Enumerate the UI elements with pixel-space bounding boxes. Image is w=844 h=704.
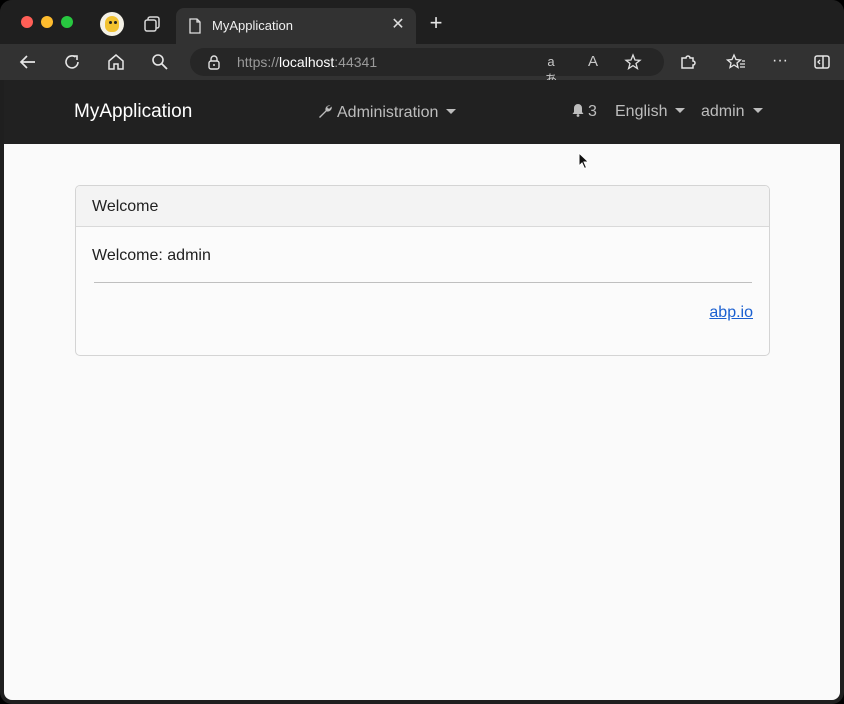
administration-menu[interactable]: Administration <box>317 103 457 122</box>
read-aloud-icon[interactable]: A <box>584 53 602 71</box>
home-icon[interactable] <box>106 52 126 72</box>
user-menu[interactable]: admin <box>701 103 763 121</box>
translate-icon[interactable]: aあ <box>542 53 560 87</box>
mouse-cursor-icon <box>578 152 590 170</box>
tab-strip: MyApplication ✕ + <box>0 0 844 44</box>
extensions-icon[interactable] <box>678 52 698 72</box>
favorite-star-icon[interactable] <box>624 53 642 71</box>
welcome-card: Welcome Welcome: admin abp.io <box>75 185 770 356</box>
tab-actions-icon[interactable] <box>142 14 162 34</box>
sidebar-toggle-icon[interactable] <box>812 52 832 72</box>
refresh-icon[interactable] <box>62 52 82 72</box>
browser-window: MyApplication ✕ + https://localhost:4434… <box>0 0 844 704</box>
welcome-message: Welcome: admin <box>92 247 211 264</box>
wrench-icon <box>319 105 332 118</box>
notification-count: 3 <box>588 103 597 120</box>
bell-icon <box>572 104 584 117</box>
more-menu-icon[interactable]: ··· <box>770 52 790 72</box>
url-text: https://localhost:44341 <box>237 54 378 70</box>
brand-link[interactable]: MyApplication <box>74 101 192 123</box>
tab-title: MyApplication <box>212 18 293 33</box>
notifications-button[interactable]: 3 <box>571 103 597 121</box>
address-bar[interactable]: https://localhost:44341 aあ A <box>190 48 664 87</box>
chevron-down-icon <box>446 109 457 114</box>
chevron-down-icon <box>675 108 686 113</box>
app-navbar: MyApplication Administration 3 English a… <box>4 80 840 144</box>
browser-toolbar: https://localhost:44341 aあ A ··· <box>0 44 844 87</box>
minimize-window-button[interactable] <box>41 16 53 28</box>
divider <box>94 282 752 283</box>
tab-myapplication[interactable]: MyApplication ✕ <box>176 8 416 44</box>
language-menu[interactable]: English <box>615 103 686 121</box>
lock-icon[interactable] <box>206 54 222 70</box>
chevron-down-icon <box>752 108 763 113</box>
close-window-button[interactable] <box>21 16 33 28</box>
back-icon[interactable] <box>18 52 38 72</box>
administration-label: Administration <box>337 104 439 121</box>
search-icon[interactable] <box>150 52 170 72</box>
favorites-icon[interactable] <box>726 52 746 72</box>
profile-avatar[interactable] <box>100 12 124 36</box>
page-icon <box>189 18 201 34</box>
page-viewport: MyApplication Administration 3 English a… <box>4 80 840 700</box>
maximize-window-button[interactable] <box>61 16 73 28</box>
abp-io-link[interactable]: abp.io <box>709 304 753 322</box>
card-title: Welcome <box>92 198 159 215</box>
user-label: admin <box>701 103 745 120</box>
new-tab-button[interactable]: + <box>426 12 446 34</box>
card-header: Welcome <box>76 186 769 227</box>
language-label: English <box>615 103 668 120</box>
tab-close-icon[interactable]: ✕ <box>390 17 406 33</box>
